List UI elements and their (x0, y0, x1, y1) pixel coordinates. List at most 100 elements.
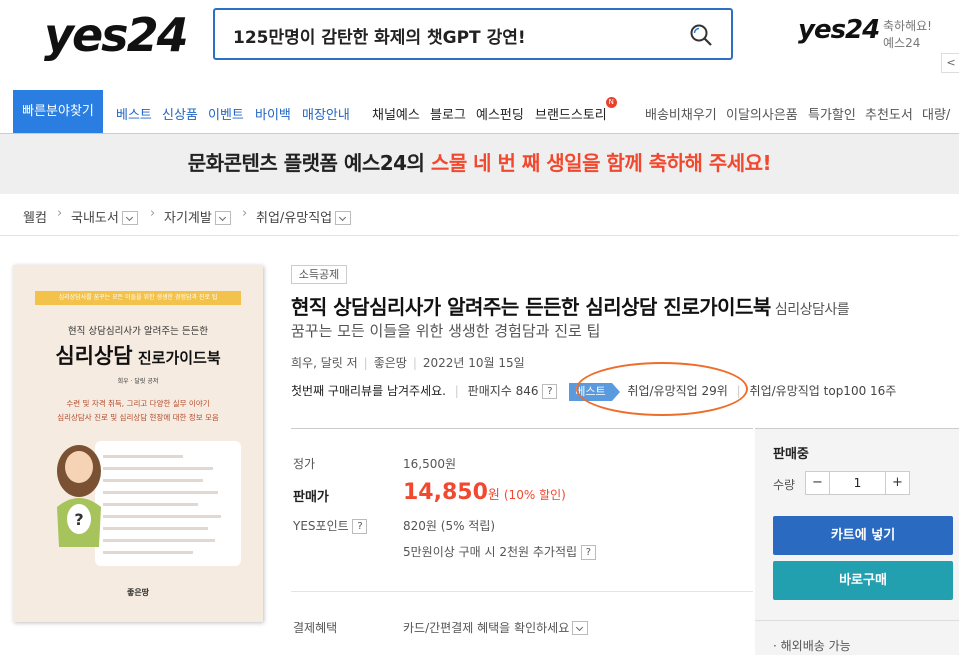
extra-points: 5만원이상 구매 시 2천원 추가적립 ? (403, 543, 596, 560)
cover-toc-box (95, 441, 241, 566)
chevron-right-icon: › (57, 206, 63, 221)
nav-brand-story[interactable]: 브랜드스토리 N (535, 97, 617, 123)
author-link[interactable]: 희우, 달릿 저 (291, 356, 358, 370)
banner-highlight: 스물 네 번 째 생일을 함께 축하해 주세요! (430, 151, 772, 175)
promo-prev-button[interactable]: < (941, 53, 959, 73)
book-meta: 희우, 달릿 저 | 좋은땅 | 2022년 10월 15일 (291, 356, 525, 370)
nav-special-sale[interactable]: 특가할인 (808, 104, 856, 123)
nav-shipping-fill[interactable]: 배송비채우기 (645, 104, 717, 123)
cover-desc-line1: 수련 및 자격 취득, 그리고 다양한 실무 이야기 (66, 399, 210, 408)
promo-line2: 예스24 (883, 36, 921, 50)
brand-story-label: 브랜드스토리 (535, 108, 607, 123)
breadcrumb-label: 국내도서 (71, 211, 119, 226)
list-price-label: 정가 (293, 457, 316, 471)
breadcrumb-domestic-books[interactable]: 국내도서 (71, 207, 138, 226)
nav-monthly-gift[interactable]: 이달의사은품 (726, 104, 798, 123)
help-icon[interactable]: ? (352, 519, 368, 534)
nav-channel-yes[interactable]: 채널예스 (372, 104, 420, 123)
chevron-right-icon: › (150, 206, 156, 221)
nav-yes-funding[interactable]: 예스펀딩 (476, 104, 524, 123)
quantity-decrease-button[interactable]: − (806, 472, 830, 494)
book-subtitle: 꿈꾸는 모든 이들을 위한 생생한 경험담과 진로 팁 (291, 322, 601, 340)
yes-points-value: 820원 (5% 적립) (403, 519, 496, 533)
nav-new[interactable]: 신상품 (162, 104, 198, 123)
breadcrumb-label: 취업/유망직업 (256, 211, 333, 226)
yes24-logo[interactable]: yes24 (44, 8, 189, 62)
breadcrumb-jobs[interactable]: 취업/유망직업 (256, 207, 352, 226)
nav-best[interactable]: 베스트 (116, 104, 152, 123)
buy-now-button[interactable]: 바로구매 (773, 561, 953, 600)
yes-points-text: YES포인트 (293, 519, 349, 533)
nav-event[interactable]: 이벤트 (208, 104, 244, 123)
search-box[interactable]: 125만명이 감탄한 화제의 챗GPT 강연! (213, 8, 733, 60)
book-title-text: 현직 상담심리사가 알려주는 든든한 심리상담 진로가이드북 (291, 295, 771, 319)
chevron-down-icon[interactable] (214, 210, 231, 225)
cover-title: 심리상담 진로가이드북 (13, 340, 263, 370)
site-header: yes24 125만명이 감탄한 화제의 챗GPT 강연! yes24 축하해요… (0, 0, 959, 90)
divider (755, 620, 959, 621)
breadcrumb-home[interactable]: 웰컴 (23, 207, 47, 226)
chevron-down-icon[interactable] (335, 210, 352, 225)
divider (291, 591, 753, 592)
nav-bulk[interactable]: 대량/ (922, 104, 950, 123)
extra-points-text: 5만원이상 구매 시 2천원 추가적립 (403, 545, 578, 559)
breadcrumb-label: 자기계발 (164, 211, 212, 226)
book-title-suffix: 심리상담사를 (774, 302, 850, 318)
cover-description: 수련 및 자격 취득, 그리고 다양한 실무 이야기 심리상담사 진로 및 심리… (13, 397, 263, 425)
cover-subtitle: 현직 상담심리사가 알려주는 든든한 (67, 326, 209, 337)
cover-author: 희우 · 달릿 공저 (117, 378, 159, 385)
publish-date: 2022년 10월 15일 (422, 356, 525, 370)
cover-top-bar: 심리상담사를 꿈꾸는 모든 이들을 위한 생생한 경험담과 진로 팁 (35, 291, 241, 305)
quantity-input[interactable]: 1 (830, 472, 885, 494)
chevron-down-icon[interactable] (572, 620, 589, 635)
book-cover-image[interactable]: 심리상담사를 꿈꾸는 모든 이들을 위한 생생한 경험담과 진로 팁 현직 상담… (13, 265, 263, 622)
payment-benefit-label: 결제혜택 (293, 621, 338, 635)
tax-deduction-tag: 소득공제 (291, 265, 347, 284)
banner-text-main: 문화콘텐츠 플랫폼 예스24의 (187, 151, 431, 175)
cover-desc-line2: 심리상담사 진로 및 심리상담 현장에 대한 정보 모음 (57, 413, 219, 422)
cover-title-small: 진로가이드북 (132, 349, 221, 367)
top100-rank-link[interactable]: 취업/유망직업 top100 16주 (750, 384, 897, 398)
chevron-right-icon: › (242, 206, 248, 221)
main-nav: 빠른분야찾기 베스트 신상품 이벤트 바이백 매장안내 채널예스 블로그 예스펀… (0, 90, 959, 134)
sale-price: 14,850원 (10% 할인) (403, 480, 566, 505)
anniversary-promo[interactable]: 축하해요! 예스24 (883, 18, 932, 52)
help-icon[interactable]: ? (580, 545, 596, 560)
buy-panel: 판매중 수량 − 1 + 카트에 넣기 바로구매 · 해외배송 가능 (755, 428, 959, 655)
payment-benefit-text: 카드/간편결제 혜택을 확인하세요 (403, 621, 570, 635)
sales-index: 판매지수 846 (467, 384, 539, 398)
overseas-shipping-info: · 해외배송 가능 (773, 639, 851, 653)
nav-buyback[interactable]: 바이백 (255, 104, 291, 123)
quantity-stepper: − 1 + (805, 471, 910, 495)
review-prompt-link[interactable]: 첫번째 구매리뷰를 남겨주세요. (291, 384, 446, 398)
sale-status: 판매중 (773, 447, 809, 462)
promo-line1: 축하해요! (883, 19, 932, 33)
search-input[interactable]: 125만명이 감탄한 화제의 챗GPT 강연! (233, 23, 526, 48)
new-badge: N (605, 97, 617, 108)
anniversary-logo[interactable]: yes24 (798, 15, 880, 45)
book-title: 현직 상담심리사가 알려주는 든든한 심리상담 진로가이드북 심리상담사를 (291, 291, 850, 320)
svg-text:?: ? (74, 510, 83, 529)
cover-title-main: 심리상담 (55, 344, 133, 368)
price-section: 정가 16,500원 판매가 14,850원 (10% 할인) YES포인트 ? … (291, 428, 753, 655)
search-icon[interactable] (689, 23, 713, 47)
discount-rate: (10% 할인) (503, 488, 566, 502)
person-illustration-icon: ? (57, 445, 101, 547)
add-to-cart-button[interactable]: 카트에 넣기 (773, 516, 953, 555)
payment-benefit[interactable]: 카드/간편결제 혜택을 확인하세요 (403, 619, 589, 636)
breadcrumb-self-development[interactable]: 자기계발 (164, 207, 231, 226)
nav-store-info[interactable]: 매장안내 (302, 104, 350, 123)
sale-price-value: 14,850 (403, 480, 488, 505)
quantity-increase-button[interactable]: + (885, 472, 909, 494)
quick-category-button[interactable]: 빠른분야찾기 (13, 90, 103, 133)
sale-price-unit: 원 (487, 488, 500, 503)
cover-publisher: 좋은땅 (126, 588, 150, 597)
help-icon[interactable]: ? (542, 384, 558, 399)
nav-blog[interactable]: 블로그 (430, 104, 466, 123)
anniversary-banner[interactable]: 문화콘텐츠 플랫폼 예스24의 스물 네 번 째 생일을 함께 축하해 주세요! (0, 134, 959, 194)
nav-recommended[interactable]: 추천도서 (865, 104, 913, 123)
quantity-label: 수량 (773, 478, 796, 492)
breadcrumb: 웰컴 › 국내도서 › 자기계발 › 취업/유망직업 (0, 194, 959, 236)
chevron-down-icon[interactable] (121, 210, 138, 225)
publisher-link[interactable]: 좋은땅 (374, 356, 407, 370)
